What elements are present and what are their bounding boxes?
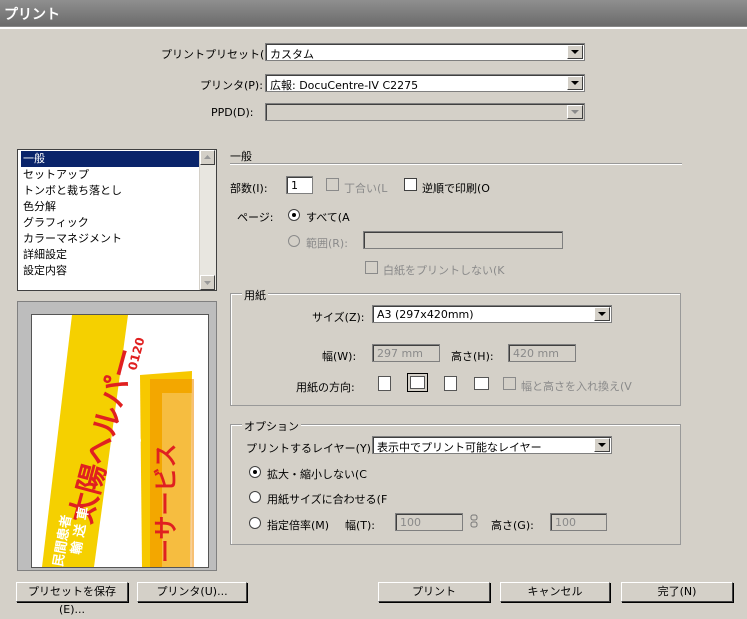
chevron-down-icon[interactable]	[567, 45, 583, 59]
scale-width-value: 100	[400, 516, 421, 529]
preview-service-text: ーサービス	[152, 443, 180, 563]
scale-height-value: 100	[555, 516, 576, 529]
portrait-icon[interactable]	[378, 376, 391, 391]
title-separator	[0, 26, 747, 29]
swap-dimensions-label: 幅と高さを入れ換え(V	[521, 380, 632, 393]
paper-size-label: サイズ(Z):	[312, 311, 365, 324]
chevron-up-icon	[204, 155, 211, 159]
list-item[interactable]: 設定内容	[21, 263, 67, 279]
cancel-button[interactable]: キャンセル	[500, 582, 610, 602]
print-button[interactable]: プリント	[378, 582, 490, 602]
preset-select[interactable]: カスタム	[265, 43, 585, 61]
preview-top-text: 0120	[125, 336, 147, 372]
preview-artwork: 太陽ヘルパー 太陽交通グループ 0120 民間患者 輸 送 車 ーサービス 0-…	[42, 315, 208, 567]
no-scale-radio[interactable]	[249, 466, 261, 478]
skip-blank-label: 白紙をプリントしない(K	[383, 264, 505, 277]
paper-width-input[interactable]: 297 mm	[372, 344, 440, 362]
preset-value: カスタム	[270, 48, 314, 61]
copies-label: 部数(I):	[230, 182, 268, 195]
list-item[interactable]: セットアップ	[21, 167, 89, 183]
paper-height-value: 420 mm	[513, 347, 559, 360]
pages-range-input[interactable]	[363, 231, 563, 249]
pages-range-label: 範囲(R):	[306, 237, 348, 250]
print-preview: 太陽ヘルパー 太陽交通グループ 0120 民間患者 輸 送 車 ーサービス 0-…	[17, 301, 217, 571]
pages-all-radio[interactable]	[288, 209, 300, 221]
paper-width-value: 297 mm	[377, 347, 423, 360]
printer-button[interactable]: プリンタ(U)...	[137, 582, 247, 602]
custom-scale-label: 指定倍率(M)	[267, 519, 330, 532]
paper-size-select[interactable]: A3 (297x420mm)	[372, 305, 612, 323]
chevron-down-icon[interactable]	[594, 438, 610, 452]
list-item[interactable]: グラフィック	[21, 215, 89, 231]
no-scale-label: 拡大・縮小しない(C	[267, 468, 367, 481]
save-preset-button[interactable]: プリセットを保存(E)...	[16, 582, 128, 616]
done-button[interactable]: 完了(N)	[621, 582, 733, 602]
reverse-order-label: 逆順で印刷(O	[422, 182, 490, 195]
custom-scale-radio[interactable]	[249, 517, 261, 529]
list-scrollbar[interactable]	[199, 150, 216, 290]
layers-label: プリントするレイヤー(Y):	[246, 442, 375, 455]
chevron-down-icon[interactable]	[594, 307, 610, 321]
scale-width-input[interactable]: 100	[395, 513, 463, 531]
preset-label: プリントプリセット(S):	[161, 48, 280, 61]
landscape-icon[interactable]	[407, 373, 428, 392]
copies-value: 1	[291, 179, 298, 192]
pages-all-label: すべて(A	[306, 211, 350, 224]
ppd-select[interactable]	[265, 103, 585, 121]
pages-range-radio[interactable]	[288, 235, 300, 247]
paper-group-title: 用紙	[242, 287, 268, 303]
layers-select[interactable]: 表示中でプリント可能なレイヤー	[372, 436, 612, 454]
paper-height-label: 高さ(H):	[451, 350, 494, 363]
scale-height-label: 高さ(G):	[491, 519, 534, 532]
paper-height-input[interactable]: 420 mm	[508, 344, 576, 362]
layers-value: 表示中でプリント可能なレイヤー	[377, 441, 542, 454]
scroll-up-button[interactable]	[200, 150, 215, 165]
chain-link-icon[interactable]	[470, 514, 478, 528]
scale-width-label: 幅(T):	[345, 519, 376, 532]
ppd-label: PPD(D):	[211, 106, 254, 119]
list-item[interactable]: カラーマネジメント	[21, 231, 122, 247]
options-group-title: オプション	[242, 418, 301, 434]
window-title: プリント	[4, 7, 60, 23]
printer-value: 広報: DocuCentre-IV C2275	[270, 79, 419, 92]
list-item[interactable]: トンボと裁ち落とし	[21, 183, 122, 199]
title-bar: プリント	[0, 0, 747, 26]
reverse-order-checkbox[interactable]	[404, 178, 417, 191]
general-section-title: 一般	[230, 150, 252, 163]
category-list[interactable]: 一般 セットアップ トンボと裁ち落とし 色分解 グラフィック カラーマネジメント…	[17, 149, 217, 291]
preview-page: 太陽ヘルパー 太陽交通グループ 0120 民間患者 輸 送 車 ーサービス 0-…	[31, 314, 209, 568]
list-item[interactable]: 色分解	[21, 199, 56, 215]
pages-label: ページ:	[237, 211, 274, 224]
scroll-down-button[interactable]	[200, 275, 215, 290]
scale-height-input[interactable]: 100	[550, 513, 607, 531]
copies-input[interactable]: 1	[286, 176, 313, 194]
fit-to-paper-label: 用紙サイズに合わせる(F	[267, 493, 388, 506]
general-divider	[230, 163, 682, 165]
reverse-landscape-icon[interactable]	[474, 377, 489, 390]
paper-size-value: A3 (297x420mm)	[377, 308, 474, 321]
list-item[interactable]: 詳細設定	[21, 247, 67, 263]
fit-to-paper-radio[interactable]	[249, 491, 261, 503]
orientation-label: 用紙の方向:	[296, 381, 355, 394]
list-item[interactable]: 一般	[21, 151, 203, 167]
skip-blank-checkbox[interactable]	[365, 261, 378, 274]
collate-label: 丁合い(L	[344, 182, 388, 195]
chevron-down-icon	[567, 105, 583, 119]
paper-width-label: 幅(W):	[322, 350, 357, 363]
swap-dimensions-checkbox[interactable]	[503, 377, 516, 390]
chevron-down-icon[interactable]	[567, 76, 583, 90]
printer-label: プリンタ(P):	[200, 79, 263, 92]
collate-checkbox[interactable]	[326, 178, 339, 191]
chevron-down-icon	[204, 281, 211, 285]
printer-select[interactable]: 広報: DocuCentre-IV C2275	[265, 74, 585, 92]
preview-phone-text: 0-889-800	[194, 481, 208, 567]
reverse-portrait-icon[interactable]	[444, 376, 457, 391]
